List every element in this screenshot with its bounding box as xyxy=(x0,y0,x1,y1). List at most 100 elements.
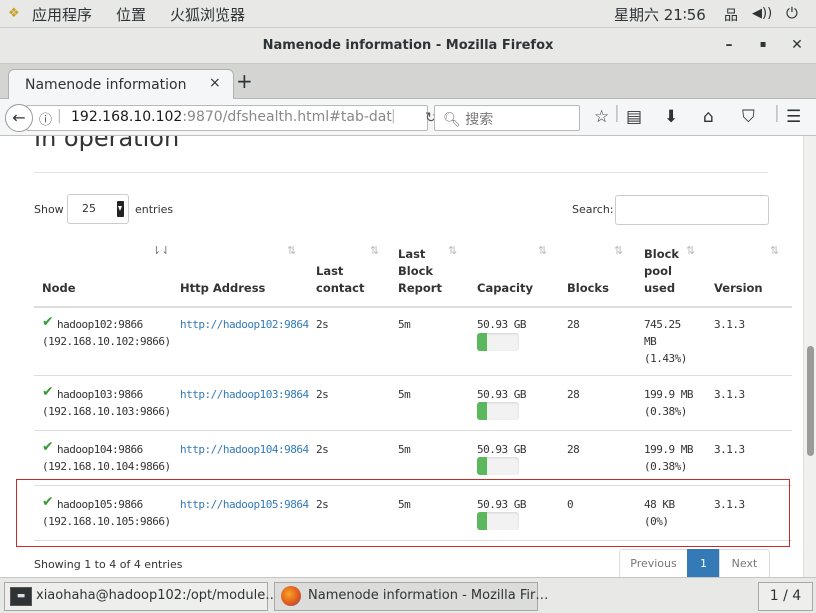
url-bar[interactable]: ⓘ | 192.168.10.102:9870/dfshealth.html#t… xyxy=(26,105,437,131)
capacity-bar-fill xyxy=(477,457,487,475)
page-length-value: 25 xyxy=(82,202,96,215)
last-contact: 2s xyxy=(316,388,329,401)
block-pool-used-percent: (0.38%) xyxy=(644,460,687,473)
sort-icon[interactable]: ⇅ xyxy=(538,244,547,257)
toolbar-divider: | xyxy=(614,103,620,123)
window-title: Namenode information - Mozilla Firefox xyxy=(262,38,554,53)
check-icon: ✔ xyxy=(42,384,54,400)
col-version[interactable]: Version xyxy=(714,280,784,297)
version: 3.1.3 xyxy=(714,443,745,456)
blocks: 28 xyxy=(567,443,580,456)
search-placeholder: 🔍︎ 搜索 xyxy=(443,109,493,129)
workspace-switcher[interactable]: 1 / 4 xyxy=(758,582,813,611)
blocks: 28 xyxy=(567,318,580,331)
dropdown-arrow-icon xyxy=(117,201,124,217)
capacity-bar-fill xyxy=(477,333,487,351)
search-placeholder-text: 搜索 xyxy=(465,112,494,128)
scrollbar-thumb[interactable] xyxy=(807,346,814,456)
block-pool-used: 199.9 MB xyxy=(644,388,693,401)
volume-icon[interactable]: ◀)) xyxy=(752,6,772,21)
block-pool-used-percent: (0.38%) xyxy=(644,405,687,418)
check-icon: ✔ xyxy=(42,439,54,455)
places-menu[interactable]: 位置 xyxy=(116,4,146,25)
url-divider: | xyxy=(57,108,62,124)
section-title: In operation xyxy=(34,136,180,152)
col-blocks[interactable]: Blocks xyxy=(567,280,627,297)
node-name: hadoop104:9866 xyxy=(57,443,143,456)
last-block-report: 5m xyxy=(398,318,411,331)
http-address-link[interactable]: http://hadoop103:9864 xyxy=(180,386,309,403)
download-icon[interactable]: ⬇ xyxy=(664,107,678,127)
url-text[interactable]: 192.168.10.102:9870/dfshealth.html#tab-d… xyxy=(71,109,392,125)
col-capacity[interactable]: Capacity xyxy=(477,280,547,297)
tab-close-icon[interactable]: × xyxy=(209,75,221,91)
node-ip: (192.168.10.103:9866) xyxy=(42,405,171,418)
page-length-select[interactable]: 25 xyxy=(67,194,129,224)
show-label: Show xyxy=(34,203,64,216)
browser-menu[interactable]: 火狐浏览器 xyxy=(170,4,245,25)
node-name: hadoop102:9866 xyxy=(57,318,143,331)
sort-icon[interactable]: ⇅ xyxy=(370,244,379,257)
sort-icon[interactable]: ⇅ xyxy=(287,244,296,257)
sort-icon[interactable]: ⇅ xyxy=(770,244,779,257)
last-contact: 2s xyxy=(316,318,329,331)
new-tab-button[interactable]: + xyxy=(236,69,253,93)
node-ip: (192.168.10.102:9866) xyxy=(42,335,171,348)
tab-namenode-information[interactable]: Namenode information × xyxy=(8,69,234,100)
col-last-contact[interactable]: Last contact xyxy=(316,263,364,297)
block-pool-used-unit: MB xyxy=(644,335,657,348)
maximize-button[interactable]: ▪ xyxy=(754,36,772,54)
col-node[interactable]: Node xyxy=(42,280,162,297)
table-search-label: Search: xyxy=(572,203,614,216)
power-icon[interactable]: ⏻ xyxy=(786,4,798,22)
capacity: 50.93 GB xyxy=(477,318,526,331)
last-block-report: 5m xyxy=(398,388,411,401)
activities-icon[interactable]: ❖ xyxy=(8,6,20,21)
close-window-button[interactable]: ✕ xyxy=(788,36,806,54)
col-block-pool-used[interactable]: Block pool used xyxy=(644,246,684,297)
pocket-icon[interactable]: ⛉ xyxy=(742,107,755,127)
row-divider xyxy=(34,375,792,376)
taskbar-terminal[interactable]: ▬ xiaohaha@hadoop102:/opt/module… xyxy=(4,582,278,611)
block-pool-used-percent: (1.43%) xyxy=(644,352,687,365)
sort-icon[interactable]: ⇅ xyxy=(686,244,695,257)
node-name: hadoop103:9866 xyxy=(57,388,143,401)
previous-page-button[interactable]: Previous xyxy=(619,549,688,577)
window-titlebar: Namenode information - Mozilla Firefox –… xyxy=(0,28,816,64)
reading-list-icon[interactable]: ▤ xyxy=(626,107,642,127)
col-http-address[interactable]: Http Address xyxy=(180,280,300,297)
navigation-toolbar: ⓘ | 192.168.10.102:9870/dfshealth.html#t… xyxy=(0,99,816,136)
search-bar[interactable]: 🔍︎ 搜索 xyxy=(434,105,580,131)
bookmark-star-icon[interactable]: ☆ xyxy=(594,107,609,127)
applications-menu[interactable]: 应用程序 xyxy=(32,4,92,25)
minimize-button[interactable]: – xyxy=(720,36,738,54)
page-content: In operation Show 25 entries Search: Nod… xyxy=(0,136,803,577)
next-page-button[interactable]: Next xyxy=(719,549,770,577)
menu-icon[interactable]: ☰ xyxy=(786,107,801,127)
tab-strip: Namenode information × + xyxy=(0,64,816,100)
page-1-button[interactable]: 1 xyxy=(687,549,720,577)
firefox-icon xyxy=(281,586,301,606)
last-block-report: 5m xyxy=(398,443,411,456)
sort-asc-icon[interactable]: ⇂⇃ xyxy=(152,244,170,257)
check-icon: ✔ xyxy=(42,314,54,330)
home-icon[interactable]: ⌂ xyxy=(703,107,714,127)
taskbar-firefox-label: Namenode information - Mozilla Fir… xyxy=(308,588,549,603)
table-search-input[interactable] xyxy=(615,195,769,225)
clock[interactable]: 星期六 21∶56 xyxy=(614,4,706,25)
sort-icon[interactable]: ⇅ xyxy=(448,244,457,257)
page-scrollbar[interactable] xyxy=(803,136,816,577)
back-arrow-icon: ← xyxy=(12,108,26,127)
url-path: :9870/dfshealth.html#tab-dat xyxy=(182,109,392,125)
sort-icon[interactable]: ⇅ xyxy=(614,244,623,257)
http-address-link[interactable]: http://hadoop102:9864 xyxy=(180,316,309,333)
taskbar-firefox[interactable]: Namenode information - Mozilla Fir… xyxy=(274,582,548,611)
url-host: 192.168.10.102 xyxy=(71,109,183,125)
site-info-icon[interactable]: ⓘ xyxy=(39,109,52,128)
http-address-link[interactable]: http://hadoop104:9864 xyxy=(180,441,309,458)
network-icon[interactable]: 品 xyxy=(724,5,738,25)
capacity-bar xyxy=(477,333,519,351)
table-info: Showing 1 to 4 of 4 entries xyxy=(34,558,183,571)
col-last-block-report[interactable]: Last Block Report xyxy=(398,246,446,297)
back-button[interactable]: ← xyxy=(5,104,33,132)
